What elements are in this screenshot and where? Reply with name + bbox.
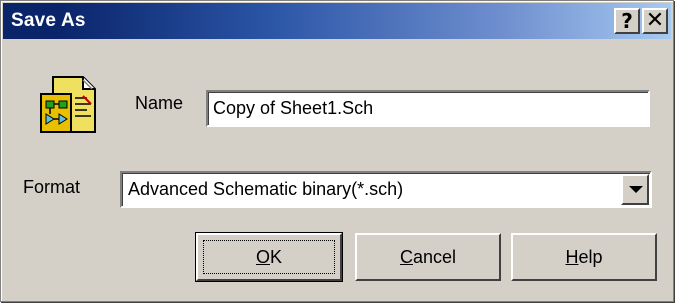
help-caption-button[interactable]: ?: [614, 8, 640, 34]
schematic-document-icon: [40, 76, 96, 133]
help-button[interactable]: Help: [511, 233, 657, 281]
format-label: Format: [23, 177, 81, 197]
format-dropdown-button[interactable]: [621, 174, 649, 205]
ok-button-label: OK: [255, 246, 283, 267]
ok-button[interactable]: OK: [195, 232, 343, 282]
close-icon: ✕: [645, 8, 665, 33]
dialog-title: Save As: [11, 10, 86, 31]
name-label: Name: [135, 93, 184, 113]
format-select[interactable]: Advanced Schematic binary(*.sch): [120, 171, 652, 208]
dropdown-arrow-icon: [629, 186, 643, 193]
cancel-button[interactable]: Cancel: [355, 233, 501, 281]
close-button[interactable]: ✕: [642, 8, 668, 34]
format-select-value: Advanced Schematic binary(*.sch): [128, 179, 404, 199]
cancel-button-label: Cancel: [399, 246, 457, 267]
help-button-label: Help: [565, 246, 603, 267]
name-input[interactable]: [206, 90, 650, 127]
title-bar[interactable]: Save As ? ✕: [3, 3, 671, 39]
save-as-dialog: Save As ? ✕ Name Format Advanced Schemat…: [0, 0, 674, 302]
question-mark-icon: ?: [621, 9, 633, 33]
